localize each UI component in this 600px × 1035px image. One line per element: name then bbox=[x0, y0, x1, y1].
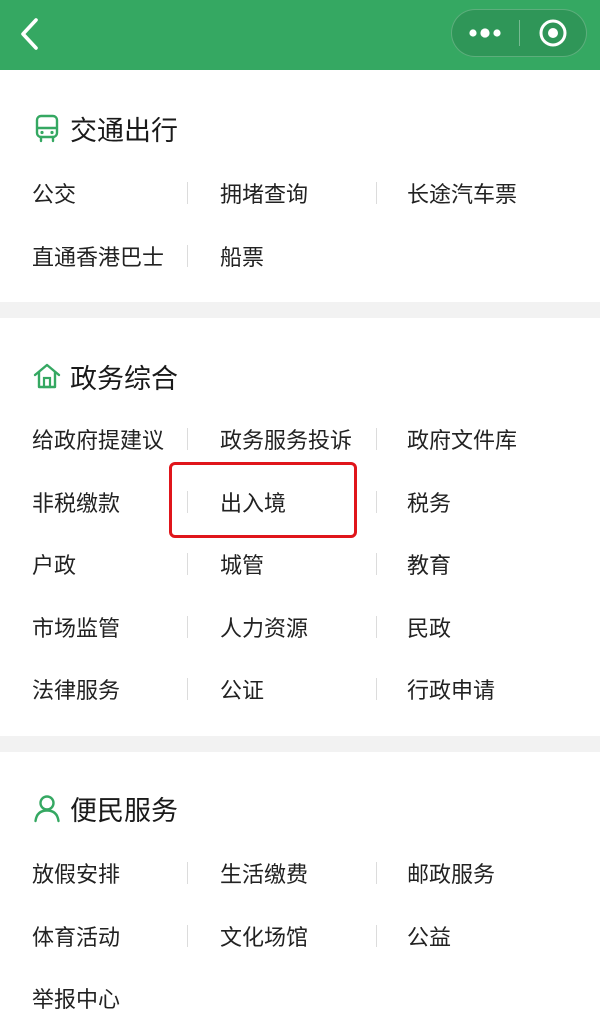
service-charity[interactable]: 公益 bbox=[407, 905, 451, 968]
service-education[interactable]: 教育 bbox=[407, 533, 451, 596]
service-non-tax-payment[interactable]: 非税缴款 bbox=[32, 471, 120, 534]
service-report-center[interactable]: 举报中心 bbox=[32, 967, 120, 1030]
section-title: 交通出行 bbox=[70, 115, 178, 147]
service-grid: 公交 拥堵查询 长途汽车票 直通香港巴士 船票 bbox=[0, 162, 600, 287]
column-divider bbox=[187, 244, 188, 267]
column-divider bbox=[187, 678, 188, 700]
grid-row: 市场监管 人力资源 民政 bbox=[0, 596, 600, 659]
service-exit-entry[interactable]: 出入境 bbox=[220, 471, 286, 534]
column-divider bbox=[376, 862, 377, 884]
column-divider bbox=[376, 678, 377, 700]
service-bus[interactable]: 公交 bbox=[32, 162, 76, 225]
service-holiday-schedule[interactable]: 放假安排 bbox=[32, 842, 120, 905]
column-divider bbox=[376, 182, 377, 204]
service-postal[interactable]: 邮政服务 bbox=[407, 842, 495, 905]
column-divider bbox=[376, 428, 377, 450]
grid-row: 公交 拥堵查询 长途汽车票 bbox=[0, 162, 600, 225]
service-human-resources[interactable]: 人力资源 bbox=[220, 596, 308, 659]
column-divider bbox=[187, 553, 188, 575]
chevron-left-icon bbox=[21, 18, 38, 50]
close-button[interactable] bbox=[520, 10, 587, 56]
section-title: 便民服务 bbox=[70, 795, 178, 827]
service-suggestion[interactable]: 给政府提建议 bbox=[32, 408, 164, 471]
target-circle-icon bbox=[539, 19, 567, 47]
service-utility-payment[interactable]: 生活缴费 bbox=[220, 842, 308, 905]
column-divider bbox=[187, 490, 188, 513]
section-header: 政务综合 bbox=[32, 356, 178, 396]
service-culture-venues[interactable]: 文化场馆 bbox=[220, 905, 308, 968]
column-divider bbox=[376, 553, 377, 575]
column-divider bbox=[376, 490, 377, 513]
service-civil-affairs[interactable]: 民政 bbox=[407, 596, 451, 659]
grid-row: 直通香港巴士 船票 bbox=[0, 225, 600, 288]
column-divider bbox=[187, 615, 188, 638]
column-divider bbox=[187, 924, 188, 947]
grid-row: 给政府提建议 政务服务投诉 政府文件库 bbox=[0, 408, 600, 471]
grid-row: 举报中心 bbox=[0, 967, 600, 1030]
section-government: 政务综合 给政府提建议 政务服务投诉 政府文件库 非税缴款 出入境 税务 户政 … bbox=[0, 318, 600, 736]
service-ferry-ticket[interactable]: 船票 bbox=[220, 225, 264, 288]
grid-row: 法律服务 公证 行政申请 bbox=[0, 658, 600, 721]
section-transport: 交通出行 公交 拥堵查询 长途汽车票 直通香港巴士 船票 bbox=[0, 70, 600, 302]
home-icon bbox=[32, 361, 62, 391]
service-grid: 给政府提建议 政务服务投诉 政府文件库 非税缴款 出入境 税务 户政 城管 教育… bbox=[0, 408, 600, 721]
section-header: 交通出行 bbox=[32, 108, 178, 148]
top-nav-bar bbox=[0, 0, 600, 70]
section-title: 政务综合 bbox=[70, 363, 178, 395]
column-divider bbox=[376, 924, 377, 947]
column-divider bbox=[187, 428, 188, 450]
service-legal[interactable]: 法律服务 bbox=[32, 658, 120, 721]
column-divider bbox=[187, 182, 188, 204]
mini-program-capsule bbox=[451, 9, 587, 57]
user-icon bbox=[32, 793, 62, 823]
service-traffic-query[interactable]: 拥堵查询 bbox=[220, 162, 308, 225]
service-urban-management[interactable]: 城管 bbox=[220, 533, 264, 596]
service-sports[interactable]: 体育活动 bbox=[32, 905, 120, 968]
more-dots-icon bbox=[469, 28, 501, 38]
column-divider bbox=[376, 615, 377, 638]
more-button[interactable] bbox=[452, 10, 519, 56]
service-market-supervision[interactable]: 市场监管 bbox=[32, 596, 120, 659]
service-admin-application[interactable]: 行政申请 bbox=[407, 658, 495, 721]
service-document-library[interactable]: 政府文件库 bbox=[407, 408, 517, 471]
grid-row: 户政 城管 教育 bbox=[0, 533, 600, 596]
service-notary[interactable]: 公证 bbox=[220, 658, 264, 721]
service-complaint[interactable]: 政务服务投诉 bbox=[220, 408, 352, 471]
back-button[interactable] bbox=[8, 12, 52, 56]
section-convenience: 便民服务 放假安排 生活缴费 邮政服务 体育活动 文化场馆 公益 举报中心 bbox=[0, 752, 600, 1035]
service-household[interactable]: 户政 bbox=[32, 533, 76, 596]
service-long-distance-bus[interactable]: 长途汽车票 bbox=[407, 162, 517, 225]
section-header: 便民服务 bbox=[32, 788, 178, 828]
bus-icon bbox=[32, 113, 62, 143]
service-hk-bus[interactable]: 直通香港巴士 bbox=[32, 225, 164, 288]
grid-row: 非税缴款 出入境 税务 bbox=[0, 471, 600, 534]
service-tax[interactable]: 税务 bbox=[407, 471, 451, 534]
service-grid: 放假安排 生活缴费 邮政服务 体育活动 文化场馆 公益 举报中心 bbox=[0, 842, 600, 1030]
column-divider bbox=[187, 862, 188, 884]
grid-row: 放假安排 生活缴费 邮政服务 bbox=[0, 842, 600, 905]
grid-row: 体育活动 文化场馆 公益 bbox=[0, 905, 600, 968]
